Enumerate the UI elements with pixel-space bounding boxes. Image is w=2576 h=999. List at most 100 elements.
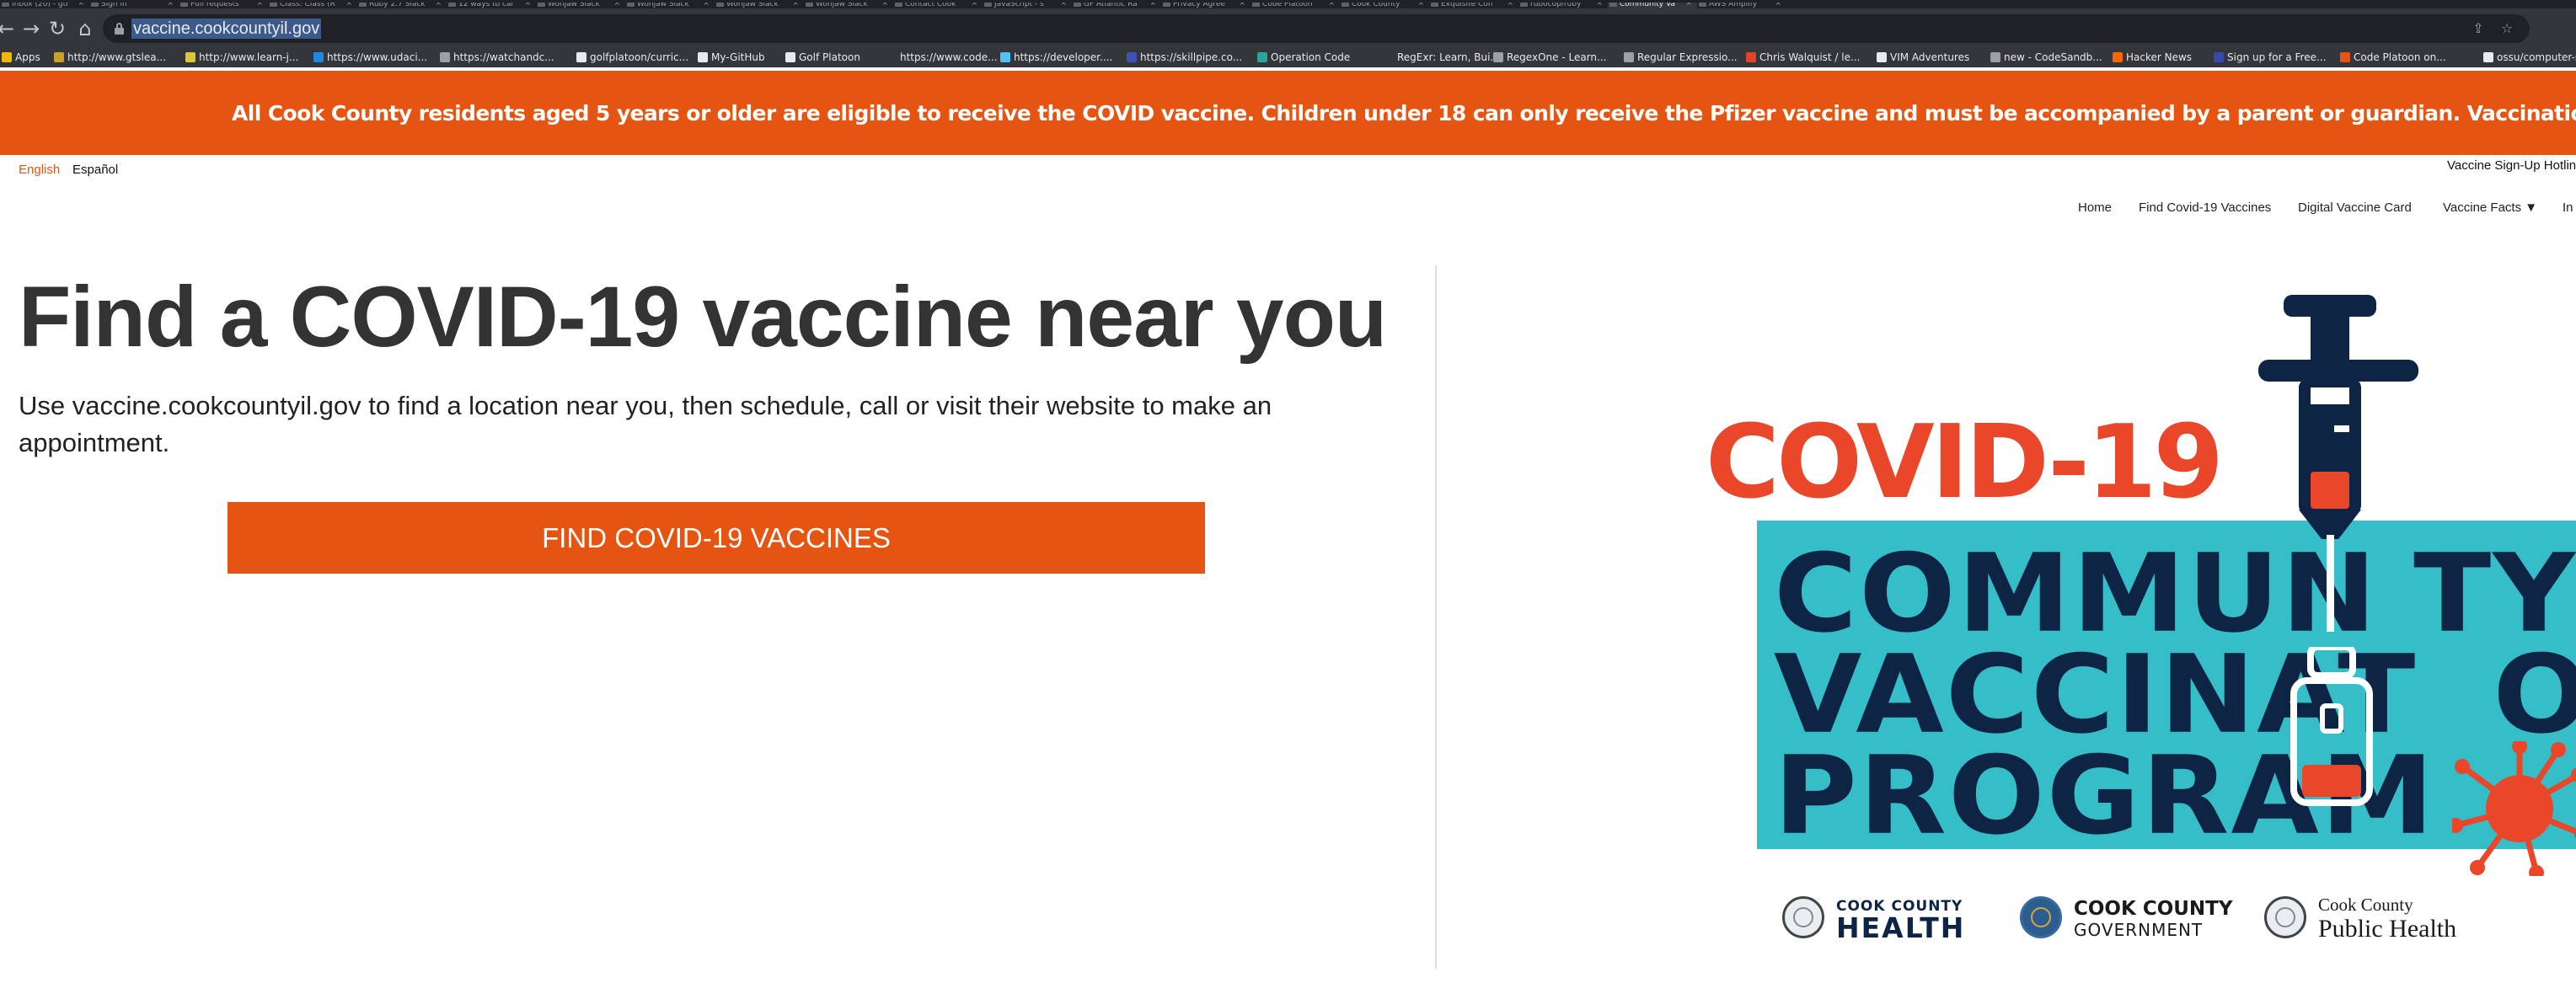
bookmark-item[interactable]: http://www.learn-j... <box>184 51 298 67</box>
browser-tab[interactable]: Sign in × <box>89 3 179 8</box>
bookmark-item[interactable]: My-GitHub <box>696 51 765 67</box>
browser-tab-label: AWS Amplify <box>1709 3 1758 8</box>
browser-tab[interactable]: Inbox (20) - gtr × <box>0 3 89 8</box>
cook-county-health-seal-icon <box>1782 896 1824 938</box>
tab-favicon-icon <box>538 3 545 7</box>
bookmark-item[interactable]: Operation Code <box>1256 51 1350 67</box>
bookmark-item[interactable]: Code Platoon on... <box>2338 51 2446 67</box>
bookmark-label: Operation Code <box>1271 51 1351 63</box>
bookmark-item[interactable]: Regular Expressio... <box>1622 51 1738 67</box>
nav-info[interactable]: In <box>2563 200 2573 215</box>
close-tab-icon[interactable]: × <box>1328 3 1335 8</box>
close-tab-icon[interactable]: × <box>256 3 263 8</box>
browser-tab[interactable]: rubocop/ruby × <box>1518 3 1608 8</box>
star-icon[interactable]: ☆ <box>2499 22 2514 35</box>
close-tab-icon[interactable]: × <box>1239 3 1245 8</box>
bookmark-item[interactable]: Chris Walquist / le... <box>1744 51 1860 67</box>
close-tab-icon[interactable]: × <box>971 3 977 8</box>
forward-arrow-icon[interactable]: → <box>19 16 44 41</box>
bookmark-item[interactable]: new - CodeSandb... <box>1989 51 2102 67</box>
nav-digital-vaccine-card[interactable]: Digital Vaccine Card <box>2298 200 2412 215</box>
close-tab-icon[interactable]: × <box>703 3 710 8</box>
close-tab-icon[interactable]: × <box>1417 3 1424 8</box>
bookmark-item[interactable]: ossu/computer-sc... <box>2482 51 2576 67</box>
partner-3-line2: Public Health <box>2318 915 2457 943</box>
bookmark-item[interactable]: Apps <box>0 51 40 67</box>
bookmark-item[interactable]: http://www.gtslea... <box>52 51 166 67</box>
close-tab-icon[interactable]: × <box>1775 3 1781 8</box>
home-icon[interactable]: ⌂ <box>72 16 98 41</box>
browser-tab[interactable]: Contact Cook × <box>893 3 983 8</box>
close-tab-icon[interactable]: × <box>881 3 888 8</box>
bookmark-item[interactable]: VIM Adventures <box>1875 51 1969 67</box>
browser-tab[interactable]: Ruby 2.7 Slack × <box>357 3 447 8</box>
close-tab-icon[interactable]: × <box>435 3 442 8</box>
eligibility-banner-text: All Cook County residents aged 5 years o… <box>232 101 2576 126</box>
close-tab-icon[interactable]: × <box>78 3 84 8</box>
browser-tab[interactable]: 12 ways to cal × <box>447 3 536 8</box>
browser-tab[interactable]: Community Va × <box>1608 3 1697 8</box>
close-tab-icon[interactable]: × <box>613 3 620 8</box>
bookmark-item[interactable]: https://skillpipe.co... <box>1125 51 1242 67</box>
bookmark-label: https://www.udaci... <box>327 51 428 63</box>
browser-tab[interactable]: Class: Class (R × <box>268 3 357 8</box>
tab-favicon-icon <box>1252 3 1260 7</box>
close-tab-icon[interactable]: × <box>167 3 174 8</box>
bookmark-item[interactable]: Sign up for a Free... <box>2212 51 2326 67</box>
bookmark-item[interactable]: https://www.udaci... <box>312 51 427 67</box>
back-arrow-icon[interactable]: ← <box>0 16 19 41</box>
language-english-link[interactable]: English <box>19 163 60 177</box>
nav-home[interactable]: Home <box>2078 200 2112 215</box>
close-tab-icon[interactable]: × <box>345 3 352 8</box>
hotline-link[interactable]: Vaccine Sign-Up Hotline <box>2447 158 2576 173</box>
browser-tab[interactable]: AWS Amplify × <box>1697 3 1786 8</box>
close-tab-icon[interactable]: × <box>792 3 799 8</box>
language-spanish-link[interactable]: Español <box>72 163 118 177</box>
tab-favicon-icon <box>448 3 456 7</box>
find-vaccines-button[interactable]: FIND COVID-19 VACCINES <box>228 502 1205 574</box>
bookmark-item[interactable]: https://developer.... <box>999 51 1112 67</box>
url-text[interactable]: vaccine.cookcountyil.gov <box>131 19 322 39</box>
browser-tab[interactable]: Wohjaw Slack × <box>715 3 804 8</box>
nav-vaccine-facts[interactable]: Vaccine Facts ▼ <box>2443 200 2537 215</box>
bookmark-item[interactable]: golfplatoon/curric... <box>575 51 688 67</box>
bookmark-item[interactable]: RegexOne - Learn... <box>1492 51 1606 67</box>
tab-favicon-icon <box>1342 3 1349 7</box>
logo-covid-text: COVID-19 <box>1706 404 2224 521</box>
address-bar[interactable]: vaccine.cookcountyil.gov ⇪ ☆ <box>103 14 2530 43</box>
bookmark-label: RegExr: Learn, Bui... <box>1397 51 1500 63</box>
close-tab-icon[interactable]: × <box>1596 3 1603 8</box>
bookmark-item[interactable]: https://watchandc... <box>438 51 554 67</box>
close-tab-icon[interactable]: × <box>524 3 531 8</box>
close-tab-icon[interactable]: × <box>1685 3 1692 8</box>
close-tab-icon[interactable]: × <box>1507 3 1513 8</box>
bookmark-favicon-icon <box>54 52 64 62</box>
bookmark-item[interactable]: Golf Platoon <box>784 51 860 67</box>
bookmark-item[interactable]: Hacker News <box>2111 51 2192 67</box>
bookmark-label: http://www.learn-j... <box>199 51 299 63</box>
lock-icon[interactable] <box>115 23 124 35</box>
browser-tab[interactable]: JavaScript - s × <box>983 3 1072 8</box>
browser-tab[interactable]: Wohjaw Slack × <box>536 3 625 8</box>
bookmark-label: Golf Platoon <box>799 51 860 63</box>
browser-tab[interactable]: Cook County × <box>1340 3 1429 8</box>
close-tab-icon[interactable]: × <box>1149 3 1156 8</box>
bookmark-item[interactable]: RegExr: Learn, Bui... <box>1382 51 1500 67</box>
close-tab-icon[interactable]: × <box>1060 3 1067 8</box>
tab-favicon-icon <box>1609 3 1617 7</box>
browser-tab[interactable]: Code Platoon × <box>1251 3 1340 8</box>
nav-find-vaccines[interactable]: Find Covid-19 Vaccines <box>2139 200 2271 215</box>
browser-tab[interactable]: Privacy Agree × <box>1161 3 1251 8</box>
tab-favicon-icon <box>806 3 813 7</box>
reload-icon[interactable]: ↻ <box>45 16 70 41</box>
share-icon[interactable]: ⇪ <box>2471 22 2486 35</box>
browser-tab[interactable]: GF Atlantic Ra × <box>1072 3 1161 8</box>
bookmark-label: RegexOne - Learn... <box>1507 51 1607 63</box>
browser-tab[interactable]: Wohjaw Slack × <box>625 3 715 8</box>
browser-tab[interactable]: Pull requests × <box>179 3 268 8</box>
browser-tab[interactable]: Wohjaw Slack × <box>804 3 893 8</box>
browser-tab[interactable]: Exquisite Con × <box>1429 3 1518 8</box>
browser-tab-label: Cook County <box>1352 3 1400 8</box>
bookmark-item[interactable]: https://www.code... <box>885 51 998 67</box>
browser-tab-label: Wohjaw Slack <box>637 3 689 8</box>
